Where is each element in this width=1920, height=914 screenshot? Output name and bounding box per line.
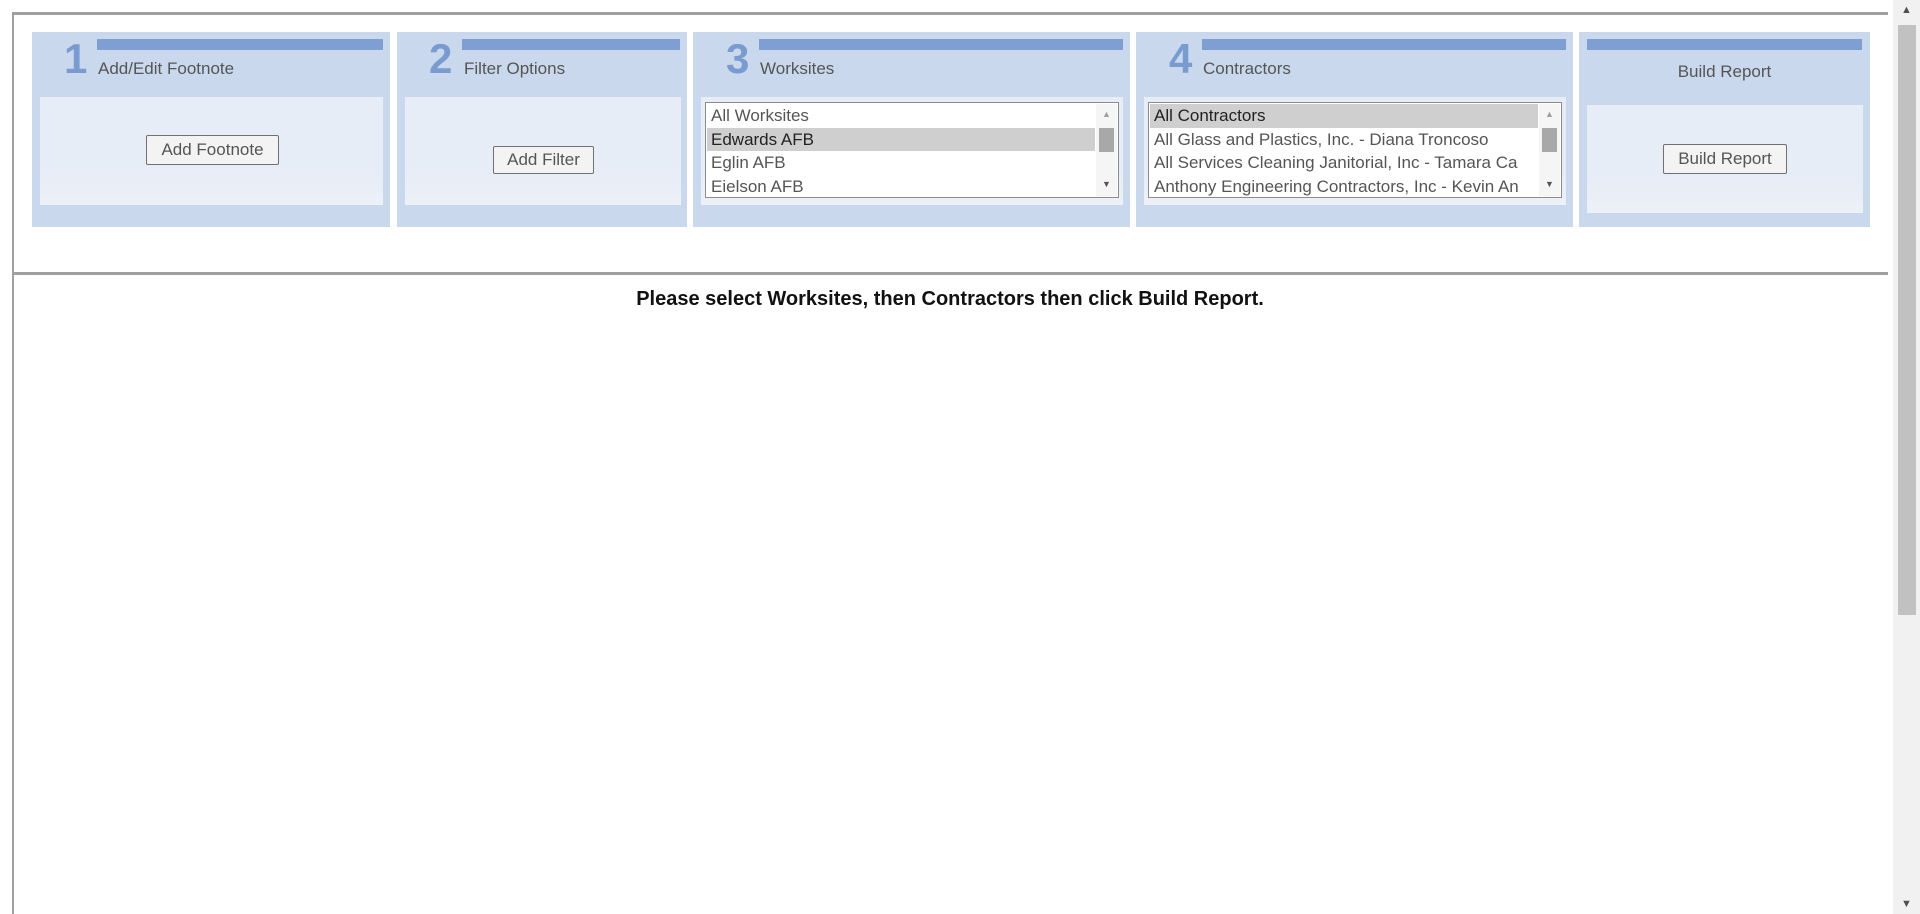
footnote-step-number: 1 (64, 35, 88, 82)
report-output-frame (12, 272, 1888, 914)
footnote-step-title: Add/Edit Footnote (98, 59, 235, 78)
worksites-scrollbar[interactable]: ▲ ▼ (1096, 104, 1117, 196)
add-filter-button[interactable]: Add Filter (493, 146, 594, 174)
contractors-step-title: Contractors (1203, 59, 1291, 78)
contractors-step-number: 4 (1169, 35, 1193, 82)
scroll-up-icon[interactable]: ▲ (1539, 106, 1560, 122)
worksite-option[interactable]: Eielson AFB (707, 175, 1095, 198)
worksites-scroll-thumb[interactable] (1099, 128, 1114, 152)
contractors-panel: 4 Contractors All Contractors All Glass … (1136, 32, 1573, 227)
add-footnote-button[interactable]: Add Footnote (146, 135, 279, 165)
filter-panel-body: Add Filter (405, 97, 681, 205)
filter-header-bar (462, 39, 680, 50)
worksites-listbox[interactable]: All Worksites Edwards AFB Eglin AFB Eiel… (705, 102, 1119, 198)
build-report-panel-body: Build Report (1587, 105, 1863, 213)
footnote-panel-body: Add Footnote (40, 97, 383, 205)
page-scrollbar[interactable]: ▲ ▼ (1893, 0, 1920, 914)
footnote-header-bar (97, 39, 383, 50)
page-scroll-up-icon[interactable]: ▲ (1893, 0, 1920, 20)
filter-panel: 2 Filter Options Add Filter (397, 32, 687, 227)
scroll-down-icon[interactable]: ▼ (1096, 176, 1117, 192)
worksite-option-selected[interactable]: Edwards AFB (707, 127, 1095, 151)
contractor-option[interactable]: Anthony Engineering Contractors, Inc - K… (1150, 175, 1538, 198)
page-scroll-down-icon[interactable]: ▼ (1893, 894, 1920, 914)
worksites-panel: 3 Worksites All Worksites Edwards AFB Eg… (693, 32, 1130, 227)
instruction-message: Please select Worksites, then Contractor… (636, 288, 1264, 310)
contractors-listbox[interactable]: All Contractors All Glass and Plastics, … (1148, 102, 1562, 198)
build-report-header-bar (1587, 39, 1862, 50)
filter-step-number: 2 (429, 35, 453, 82)
worksites-step-number: 3 (726, 35, 750, 82)
filter-step-title: Filter Options (464, 59, 566, 78)
worksites-header-bar (759, 39, 1123, 50)
page-scroll-thumb[interactable] (1898, 25, 1916, 615)
worksite-option[interactable]: Eglin AFB (707, 151, 1095, 175)
build-report-panel: Build Report Build Report (1579, 32, 1870, 227)
contractor-option[interactable]: All Services Cleaning Janitorial, Inc - … (1150, 151, 1538, 175)
scroll-down-icon[interactable]: ▼ (1539, 176, 1560, 192)
worksites-step-title: Worksites (760, 59, 835, 78)
scroll-up-icon[interactable]: ▲ (1096, 106, 1117, 122)
build-report-button[interactable]: Build Report (1663, 144, 1787, 174)
contractors-header-bar (1202, 39, 1566, 50)
footnote-panel: 1 Add/Edit Footnote Add Footnote (32, 32, 390, 227)
contractors-scrollbar[interactable]: ▲ ▼ (1539, 104, 1560, 196)
contractor-option[interactable]: All Glass and Plastics, Inc. - Diana Tro… (1150, 128, 1538, 152)
contractor-option-selected[interactable]: All Contractors (1150, 104, 1538, 128)
worksite-option[interactable]: All Worksites (707, 104, 1095, 128)
contractors-scroll-thumb[interactable] (1542, 128, 1557, 152)
build-report-title: Build Report (1677, 62, 1772, 81)
